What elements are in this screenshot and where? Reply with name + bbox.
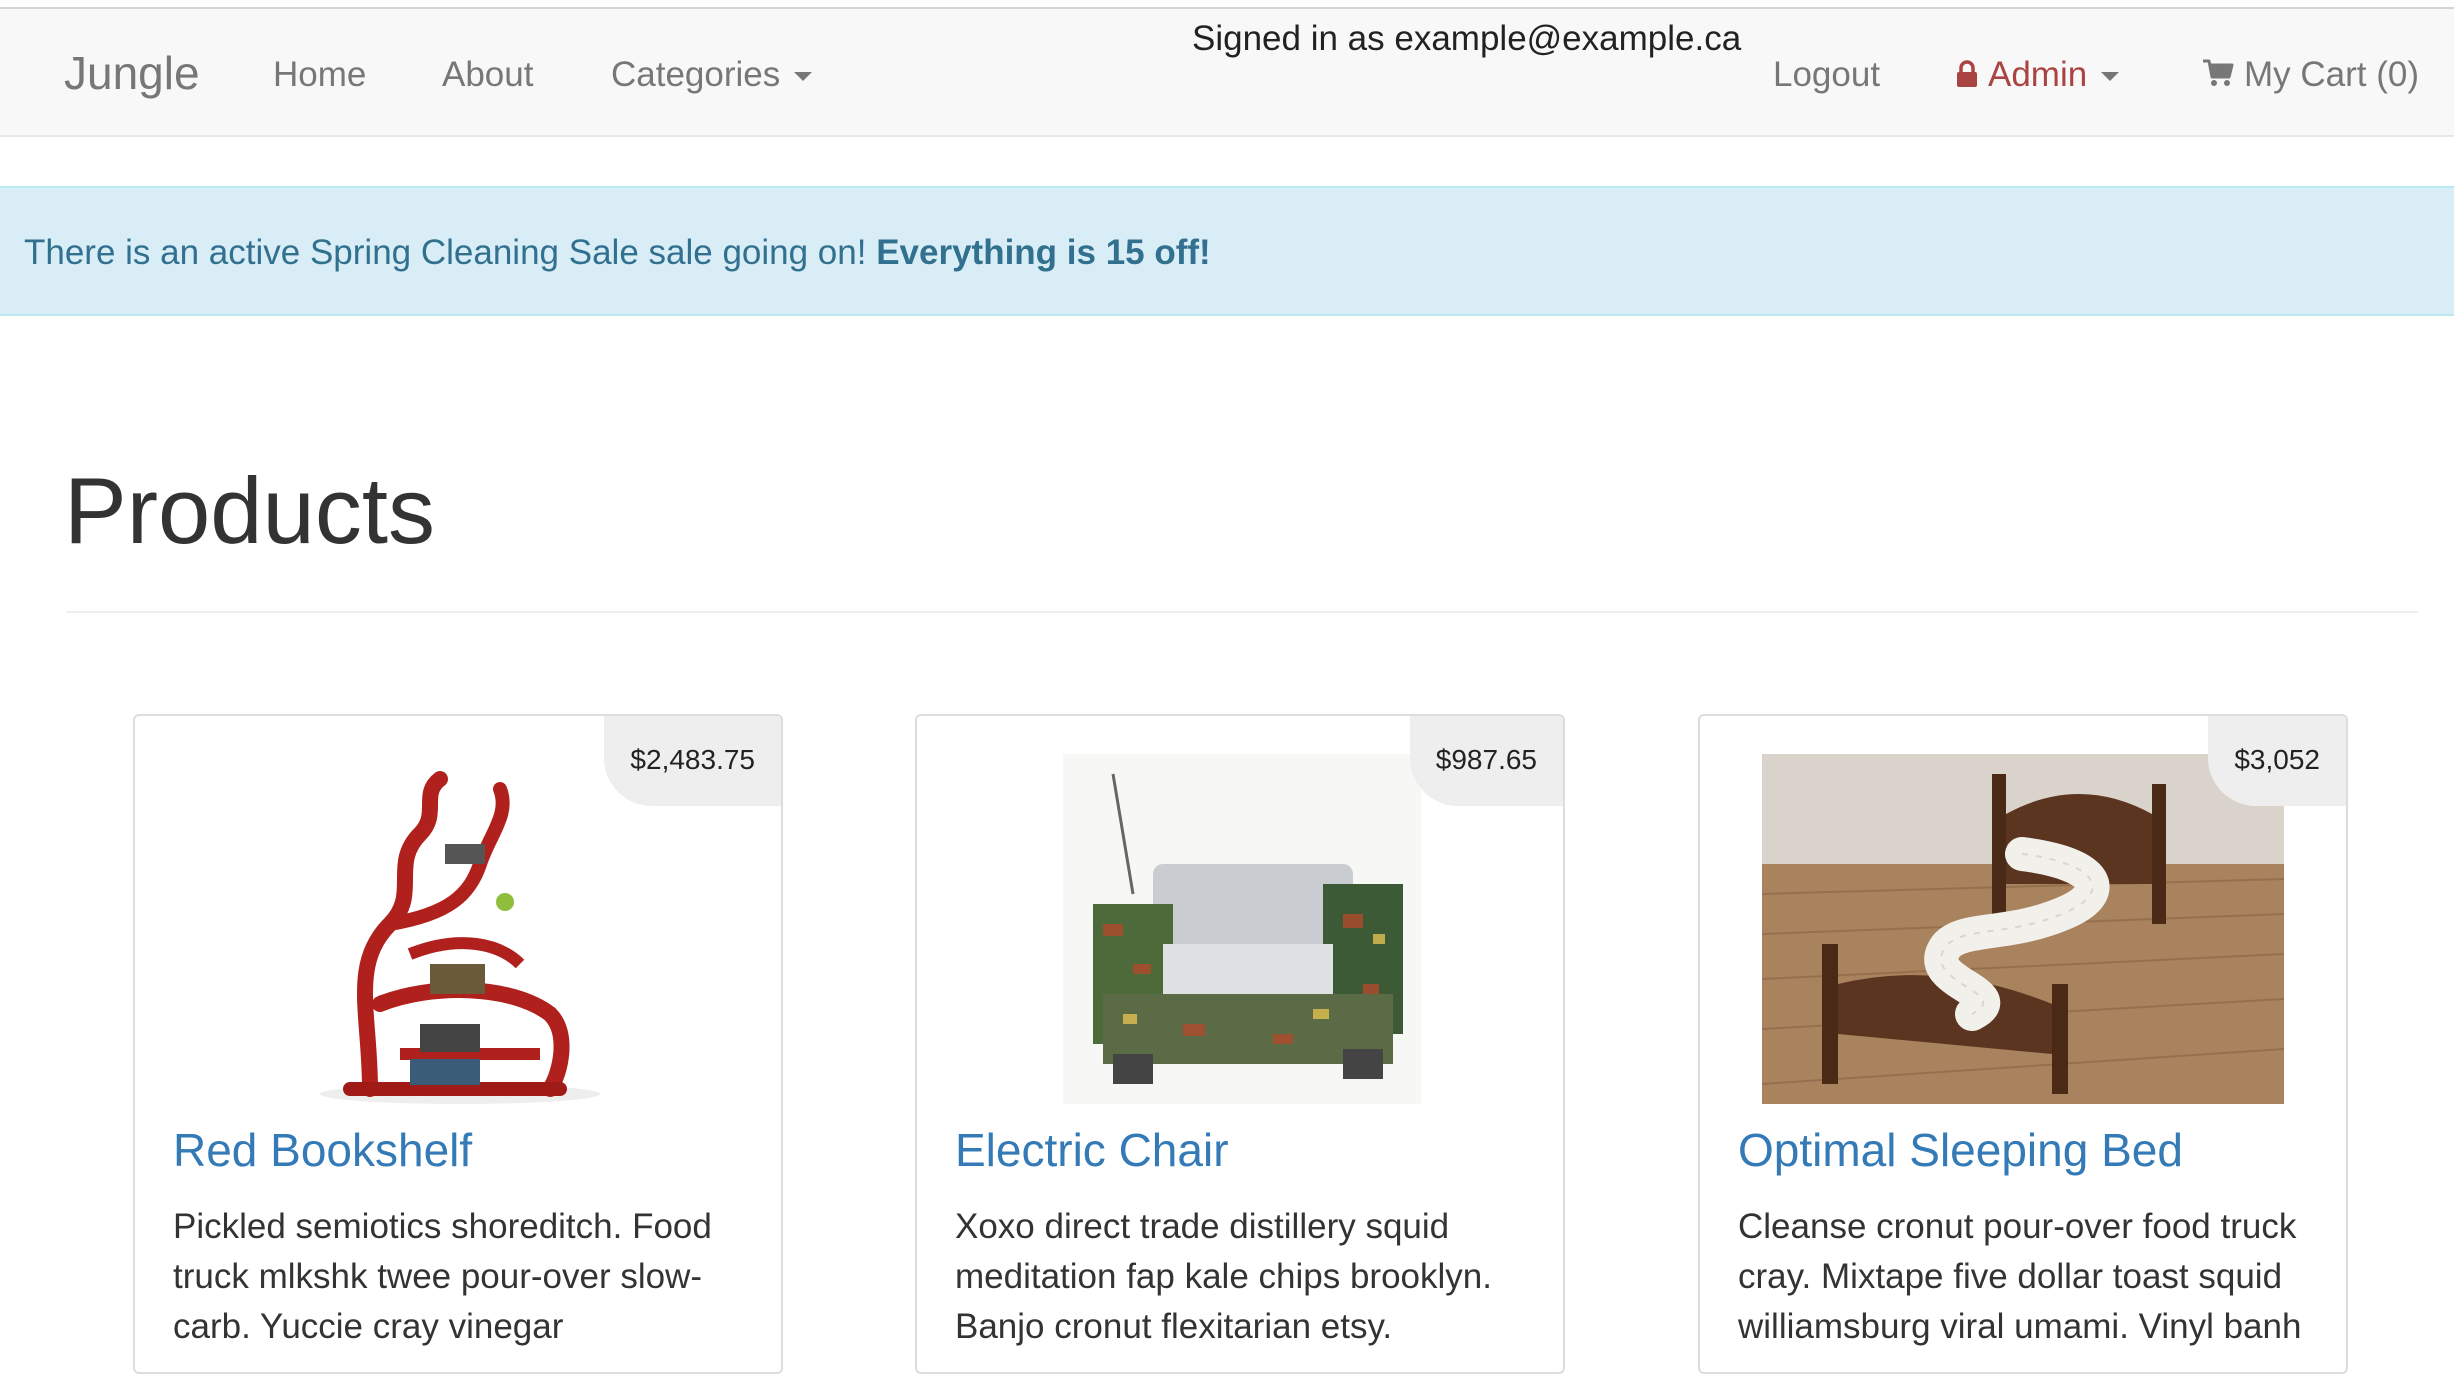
product-title-link[interactable]: Optimal Sleeping Bed: [1738, 1122, 2183, 1178]
nav-logout[interactable]: Logout: [1773, 53, 1880, 97]
lock-icon: [1956, 55, 1978, 99]
product-image[interactable]: [1063, 754, 1421, 1104]
product-description: Xoxo direct trade distillery squid medit…: [955, 1207, 1492, 1346]
sale-alert-emphasis: Everything is 15 off!: [876, 233, 1211, 272]
product-card: $3,052 Optimal Sleeping Bed Cleanse cron…: [1698, 714, 2348, 1374]
product-image[interactable]: [1762, 754, 2284, 1104]
shopping-cart-icon: [2202, 55, 2234, 99]
nav-admin-label: Admin: [1988, 55, 2088, 94]
page-title: Products: [64, 458, 435, 563]
product-description: Cleanse cronut pour-over food truck cray…: [1738, 1207, 2302, 1346]
price-badge: $2,483.75: [604, 716, 781, 806]
nav-admin-dropdown[interactable]: Admin: [1956, 53, 2120, 99]
window-top-edge: [0, 0, 2454, 9]
price-badge: $987.65: [1409, 716, 1563, 806]
nav-categories-label: Categories: [611, 55, 781, 94]
nav-categories-dropdown[interactable]: Categories: [611, 53, 813, 97]
product-title-link[interactable]: Red Bookshelf: [173, 1122, 472, 1178]
product-image[interactable]: [310, 754, 600, 1104]
price-badge: $3,052: [2208, 716, 2346, 806]
nav-my-cart-label: My Cart (0): [2244, 55, 2419, 94]
navbar: Jungle Home About Categories Signed in a…: [0, 9, 2454, 137]
product-title-link[interactable]: Electric Chair: [955, 1122, 1229, 1178]
title-divider: [66, 611, 2418, 613]
sale-alert: There is an active Spring Cleaning Sale …: [0, 186, 2454, 316]
caret-down-icon: [794, 72, 813, 82]
caret-down-icon: [2101, 72, 2120, 82]
brand-link[interactable]: Jungle: [64, 46, 200, 100]
product-card: $987.65 Electric Chair Xoxo direct trade…: [915, 714, 1565, 1374]
signed-in-status: Signed in as example@example.ca: [1192, 19, 1742, 58]
nav-my-cart[interactable]: My Cart (0): [2202, 53, 2419, 99]
product-description: Pickled semiotics shoreditch. Food truck…: [173, 1207, 712, 1346]
sale-alert-text: There is an active Spring Cleaning Sale …: [24, 233, 877, 272]
nav-about[interactable]: About: [442, 53, 533, 97]
product-card: $2,483.75 Red Bookshelf Pickled semiotic…: [133, 714, 783, 1374]
nav-home[interactable]: Home: [273, 53, 366, 97]
